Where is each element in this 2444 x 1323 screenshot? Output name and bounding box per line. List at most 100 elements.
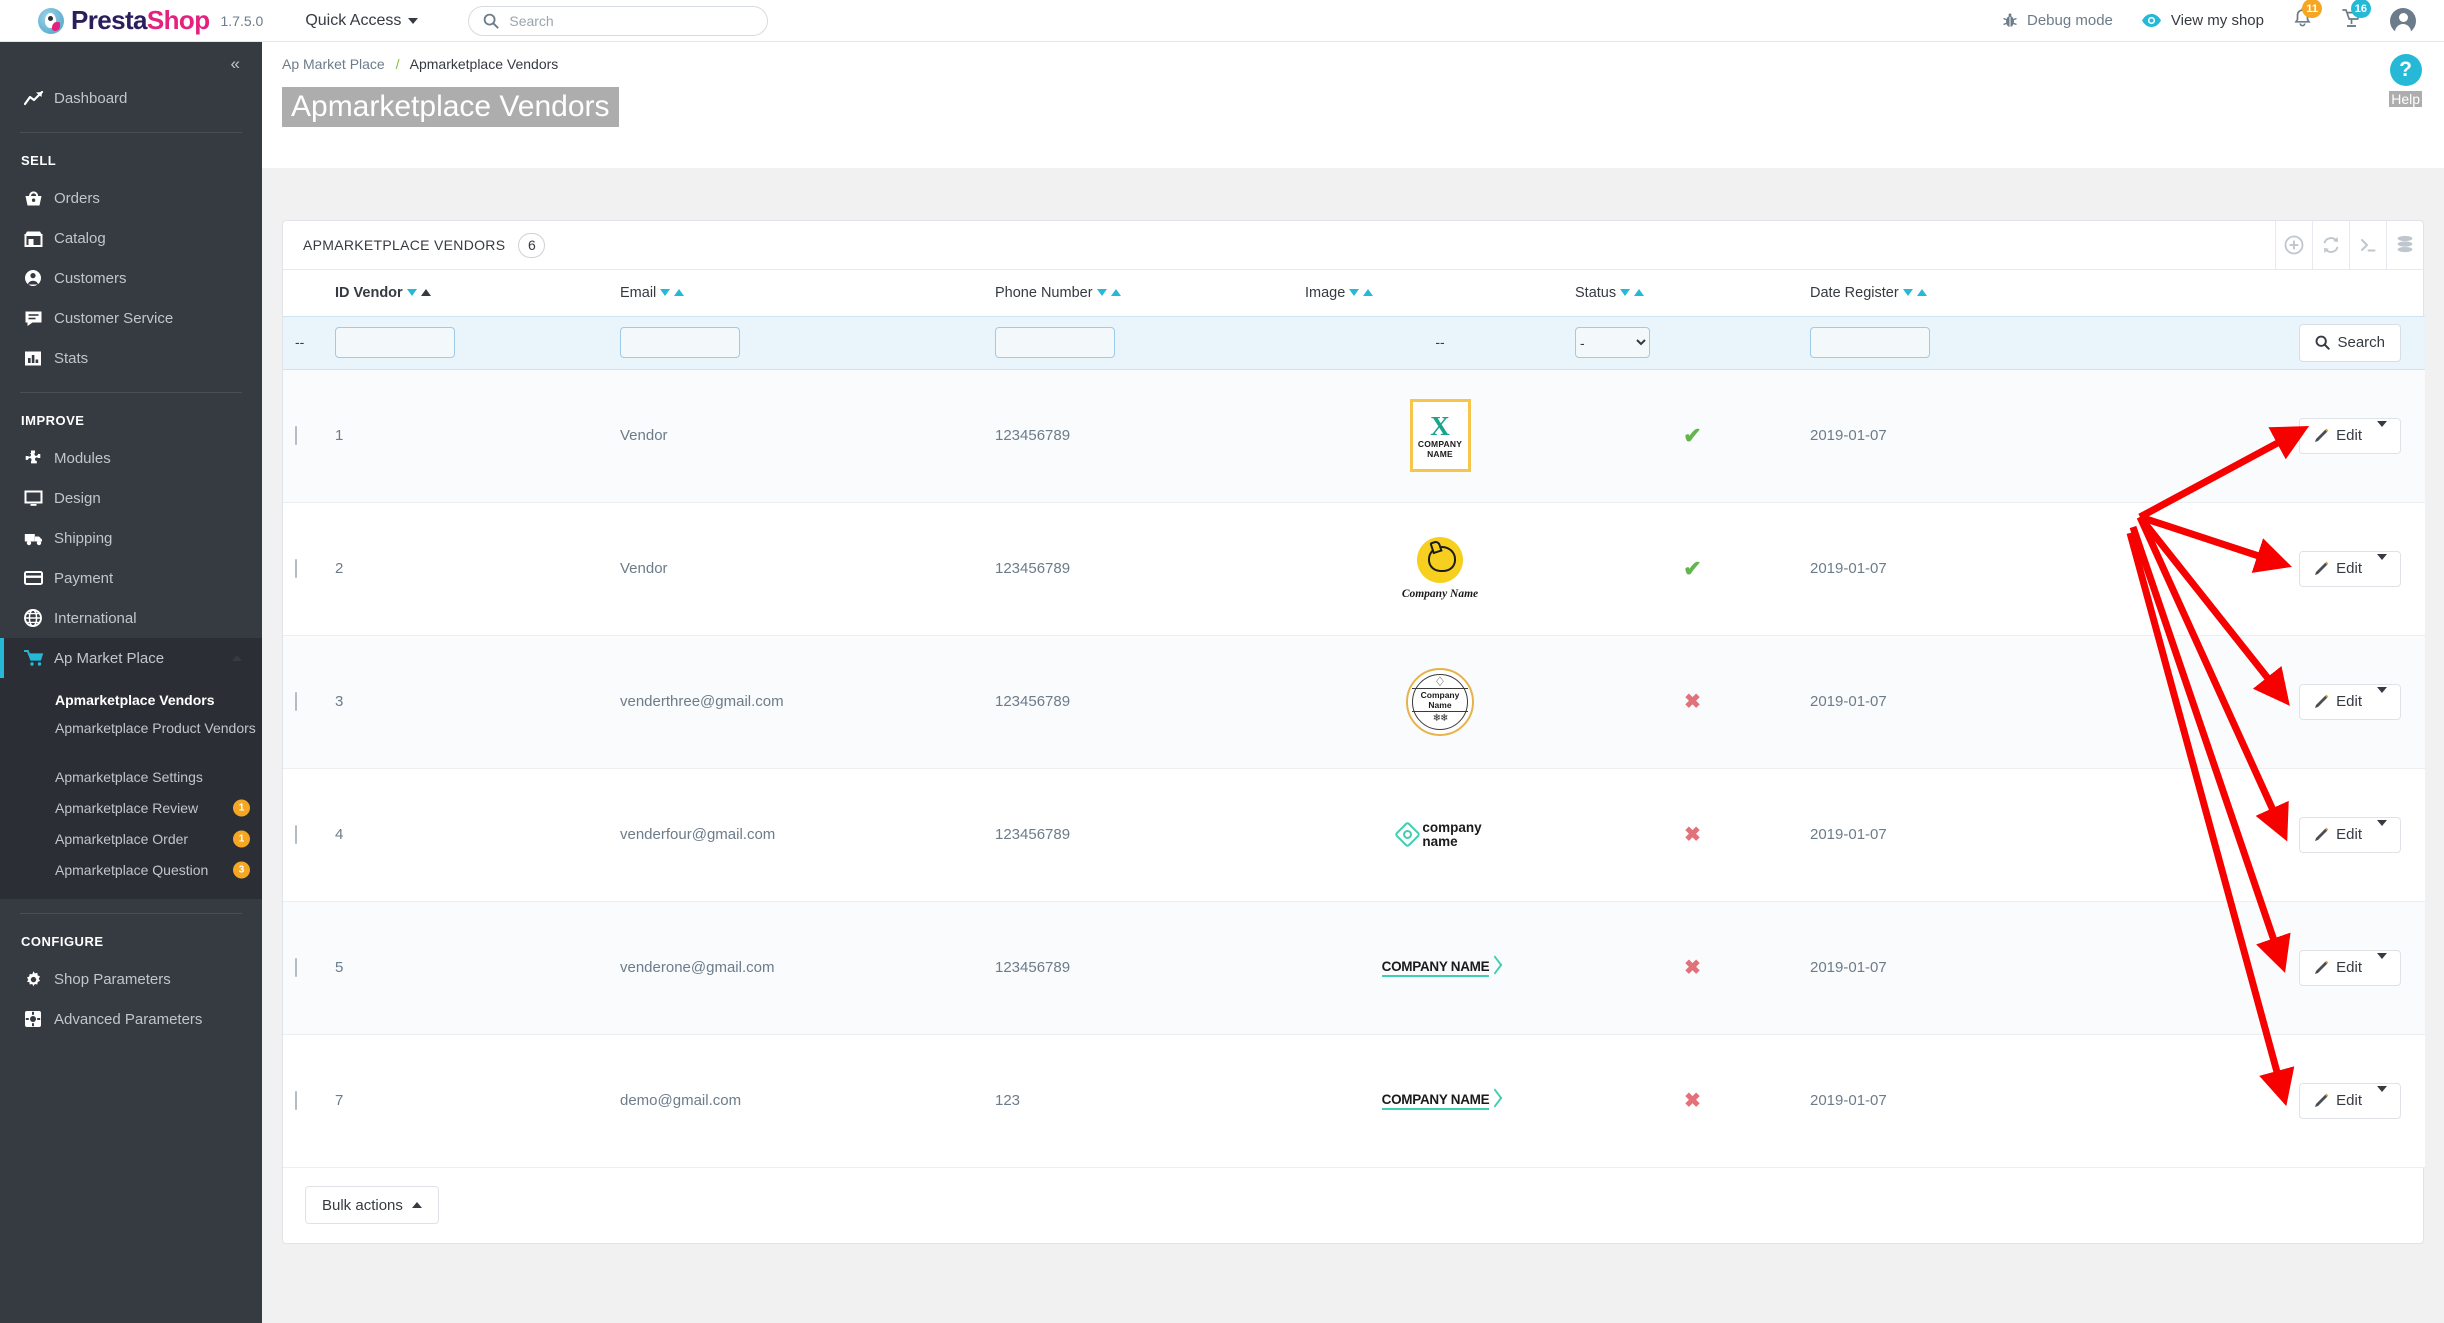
edit-button[interactable]: Edit	[2299, 816, 2401, 853]
sidebar-item-customer-service[interactable]: Customer Service	[0, 298, 262, 338]
edit-dropdown-toggle[interactable]	[2375, 820, 2400, 843]
table-row[interactable]: 2 Vendor 123456789 Company Name ✔ 2019-0…	[283, 502, 2425, 636]
breadcrumb-parent[interactable]: Ap Market Place	[282, 56, 385, 72]
breadcrumb-current: Apmarketplace Vendors	[409, 56, 559, 72]
status-disabled-x-icon[interactable]: ✖	[1684, 957, 1701, 979]
pencil-icon	[2315, 1093, 2329, 1107]
table-row[interactable]: 5 venderone@gmail.com 123456789 COMPANY …	[283, 901, 2425, 1035]
view-my-shop-link[interactable]: View my shop	[2141, 12, 2264, 29]
debug-mode-indicator[interactable]: Debug mode	[2002, 12, 2113, 29]
sidebar-collapse-toggle[interactable]: «	[0, 42, 262, 78]
sidebar-item-dashboard[interactable]: Dashboard	[0, 78, 262, 118]
status-enabled-check-icon[interactable]: ✔	[1683, 423, 1701, 448]
edit-button[interactable]: Edit	[2299, 949, 2401, 986]
chevron-down-icon	[2377, 687, 2387, 710]
quick-access-menu[interactable]: Quick Access	[305, 12, 419, 30]
table-row[interactable]: 1 Vendor 123456789 X COMPANY NAME ✔ 2019…	[283, 369, 2425, 503]
table-row[interactable]: 4 venderfour@gmail.com 123456789 company…	[283, 768, 2425, 902]
user-account-avatar[interactable]	[2390, 7, 2416, 34]
edit-button[interactable]: Edit	[2299, 683, 2401, 720]
status-disabled-x-icon[interactable]: ✖	[1684, 691, 1701, 713]
sort-asc-phone-icon[interactable]	[1110, 289, 1121, 297]
filter-date-input[interactable]	[1810, 327, 1930, 358]
filter-search-button[interactable]: Search	[2299, 323, 2401, 362]
status-disabled-x-icon[interactable]: ✖	[1684, 1090, 1701, 1112]
table-row[interactable]: 3 venderthree@gmail.com 123456789 ♢ Comp…	[283, 635, 2425, 769]
sidebar-item-stats[interactable]: Stats	[0, 338, 262, 378]
global-search-box[interactable]	[468, 5, 769, 36]
row-select-checkbox[interactable]	[295, 426, 297, 445]
sidebar-item-apmarketplace-review[interactable]: Apmarketplace Review 1	[0, 792, 262, 823]
sort-asc-status-icon[interactable]	[1634, 289, 1645, 297]
sort-desc-id-icon[interactable]	[406, 289, 417, 297]
order-count-badge: 16	[2350, 0, 2371, 18]
edit-button[interactable]: Edit	[2299, 550, 2401, 587]
row-select-checkbox[interactable]	[295, 958, 297, 977]
sql-console-icon[interactable]	[2349, 220, 2386, 270]
sidebar-item-catalog[interactable]: Catalog	[0, 218, 262, 258]
filter-phone-input[interactable]	[995, 327, 1115, 358]
bulk-actions-button[interactable]: Bulk actions	[305, 1186, 439, 1224]
export-database-icon[interactable]	[2386, 220, 2423, 270]
edit-dropdown-toggle[interactable]	[2375, 687, 2400, 710]
sort-desc-phone-icon[interactable]	[1096, 289, 1107, 297]
bug-icon	[2003, 13, 2017, 27]
sidebar-item-apmarketplace-settings[interactable]: Apmarketplace Settings	[0, 761, 262, 792]
sidebar-item-advanced-parameters[interactable]: Advanced Parameters	[0, 999, 262, 1039]
sort-asc-image-icon[interactable]	[1363, 289, 1374, 297]
row-select-checkbox[interactable]	[295, 559, 297, 578]
sort-desc-image-icon[interactable]	[1349, 289, 1360, 297]
brand-primary-text: Presta	[71, 5, 148, 35]
edit-button[interactable]: Edit	[2299, 1082, 2401, 1119]
edit-button[interactable]: Edit	[2299, 417, 2401, 454]
filter-email-input[interactable]	[620, 327, 740, 358]
row-select-checkbox[interactable]	[295, 1091, 297, 1110]
sidebar-item-orders[interactable]: Orders	[0, 178, 262, 218]
add-new-vendor-icon[interactable]	[2275, 220, 2312, 270]
sidebar-item-apmarketplace-product-vendors[interactable]: Apmarketplace Product Vendors	[0, 715, 262, 761]
question-mark-icon: ?	[2389, 54, 2422, 86]
status-enabled-check-icon[interactable]: ✔	[1683, 556, 1701, 581]
table-row[interactable]: 7 demo@gmail.com 123 COMPANY NAME ✖ 2019…	[283, 1034, 2425, 1168]
sidebar-item-apmarketplace-vendors[interactable]: Apmarketplace Vendors	[0, 684, 262, 715]
search-icon	[2316, 335, 2331, 350]
sidebar-item-ap-market-place[interactable]: Ap Market Place	[0, 638, 262, 678]
orders-notifications[interactable]: 16	[2341, 0, 2371, 34]
search-input[interactable]	[509, 12, 740, 29]
sidebar-item-apmarketplace-order[interactable]: Apmarketplace Order 1	[0, 823, 262, 854]
sidebar-item-shipping[interactable]: Shipping	[0, 518, 262, 558]
sidebar-item-apmarketplace-question[interactable]: Apmarketplace Question 3	[0, 854, 262, 885]
sort-desc-date-icon[interactable]	[1902, 289, 1913, 297]
edit-dropdown-toggle[interactable]	[2375, 953, 2400, 976]
row-select-checkbox[interactable]	[295, 825, 297, 844]
edit-button-label: Edit	[2336, 1092, 2362, 1109]
status-disabled-x-icon[interactable]: ✖	[1684, 824, 1701, 846]
notifications-bell[interactable]: 11	[2292, 0, 2322, 34]
help-button[interactable]: ? Help	[2389, 54, 2422, 109]
row-select-checkbox[interactable]	[295, 692, 297, 711]
sidebar-item-shop-parameters[interactable]: Shop Parameters	[0, 959, 262, 999]
filter-id-input[interactable]	[335, 327, 455, 358]
sort-asc-date-icon[interactable]	[1916, 289, 1927, 297]
row-actions-cell: Edit	[2135, 635, 2425, 769]
sort-desc-email-icon[interactable]	[660, 289, 671, 297]
sidebar-item-international[interactable]: International	[0, 598, 262, 638]
prestashop-logo[interactable]: PrestaShop 1.7.5.0	[38, 5, 263, 36]
sort-asc-id-icon[interactable]	[420, 289, 431, 297]
sidebar-item-payment[interactable]: Payment	[0, 558, 262, 598]
version-label: 1.7.5.0	[220, 12, 264, 29]
sidebar-item-modules[interactable]: Modules	[0, 438, 262, 478]
sort-desc-status-icon[interactable]	[1620, 289, 1631, 297]
edit-dropdown-toggle[interactable]	[2375, 1086, 2400, 1109]
edit-dropdown-toggle[interactable]	[2375, 554, 2400, 577]
sidebar-item-design[interactable]: Design	[0, 478, 262, 518]
row-email-cell: Vendor	[620, 502, 995, 636]
row-actions-cell: Edit	[2135, 502, 2425, 636]
filter-date-cell	[1810, 315, 2135, 370]
filter-status-select[interactable]: - Yes No	[1575, 327, 1650, 358]
refresh-list-icon[interactable]	[2312, 220, 2349, 270]
breadcrumb-separator: /	[395, 56, 400, 72]
edit-dropdown-toggle[interactable]	[2375, 421, 2400, 444]
sidebar-item-customers[interactable]: Customers	[0, 258, 262, 298]
sort-asc-email-icon[interactable]	[674, 289, 685, 297]
